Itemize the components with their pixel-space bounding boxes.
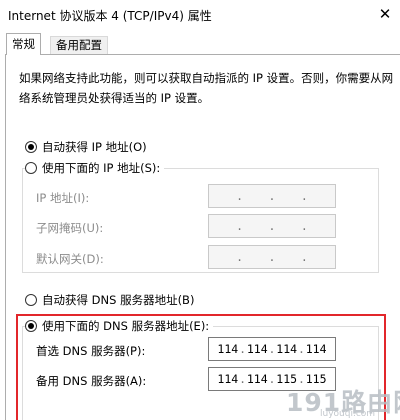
octet-separator: .	[300, 189, 308, 203]
manual-dns-radio[interactable]	[25, 320, 37, 332]
manual-ip-radio-row[interactable]: 使用下面的 IP 地址(S):	[25, 160, 165, 176]
auto-ip-label: 自动获得 IP 地址(O)	[42, 140, 147, 154]
octet-separator: .	[300, 250, 308, 264]
window-title: Internet 协议版本 4 (TCP/IPv4) 属性	[8, 9, 212, 23]
auto-ip-radio[interactable]	[25, 141, 37, 153]
octet: 114	[217, 342, 239, 356]
description-text: 如果网络支持此功能，则可以获取自动指派的 IP 设置。否则，你需要从网络系统管理…	[19, 71, 394, 105]
tab-alternate-config[interactable]: 备用配置	[50, 36, 108, 54]
auto-ip-radio-row[interactable]: 自动获得 IP 地址(O)	[25, 139, 147, 155]
octet-separator: .	[268, 342, 276, 356]
octet-separator: .	[239, 372, 246, 386]
octet: 115	[276, 372, 298, 386]
octet-separator: .	[297, 342, 305, 356]
subnet-mask-input[interactable]: . . .	[208, 214, 336, 238]
ip-address-label: IP 地址(I):	[36, 191, 90, 205]
subnet-mask-label: 子网掩码(U):	[36, 221, 104, 235]
preferred-dns-label: 首选 DNS 服务器(P):	[36, 344, 146, 358]
octet-separator: .	[268, 219, 276, 233]
octet-separator: .	[268, 189, 276, 203]
default-gateway-label: 默认网关(D):	[36, 252, 104, 266]
octet-separator: .	[297, 372, 305, 386]
tab-general[interactable]: 常规	[6, 33, 41, 55]
manual-dns-radio-row[interactable]: 使用下面的 DNS 服务器地址(E):	[25, 318, 214, 334]
octet: 114	[246, 342, 268, 356]
octet-separator: .	[239, 342, 246, 356]
octet-separator: .	[236, 219, 244, 233]
alternate-dns-input[interactable]: 114. 114. 115. 115	[208, 367, 336, 391]
octet: 114	[217, 372, 239, 386]
octet: 114	[246, 372, 268, 386]
octet: 114	[305, 342, 327, 356]
octet-separator: .	[268, 372, 276, 386]
alternate-dns-label: 备用 DNS 服务器(A):	[36, 374, 147, 388]
default-gateway-input[interactable]: . . .	[208, 245, 336, 269]
octet-separator: .	[300, 219, 308, 233]
title-bar: Internet 协议版本 4 (TCP/IPv4) 属性 ✕	[0, 0, 400, 30]
manual-ip-label: 使用下面的 IP 地址(S):	[42, 161, 161, 175]
octet: 115	[305, 372, 327, 386]
ip-address-input[interactable]: . . .	[208, 184, 336, 208]
auto-dns-radio[interactable]	[25, 294, 37, 306]
auto-dns-label: 自动获得 DNS 服务器地址(B)	[42, 293, 195, 307]
auto-dns-radio-row[interactable]: 自动获得 DNS 服务器地址(B)	[25, 292, 194, 308]
octet-separator: .	[236, 189, 244, 203]
octet-separator: .	[268, 250, 276, 264]
preferred-dns-input[interactable]: 114. 114. 114. 114	[208, 337, 336, 361]
tab-strip: 常规 备用配置	[0, 30, 400, 55]
close-button[interactable]: ✕	[370, 0, 400, 28]
octet-separator: .	[236, 250, 244, 264]
close-icon: ✕	[378, 5, 392, 23]
octet: 114	[276, 342, 298, 356]
manual-dns-label: 使用下面的 DNS 服务器地址(E):	[42, 319, 210, 333]
manual-ip-radio[interactable]	[25, 162, 37, 174]
